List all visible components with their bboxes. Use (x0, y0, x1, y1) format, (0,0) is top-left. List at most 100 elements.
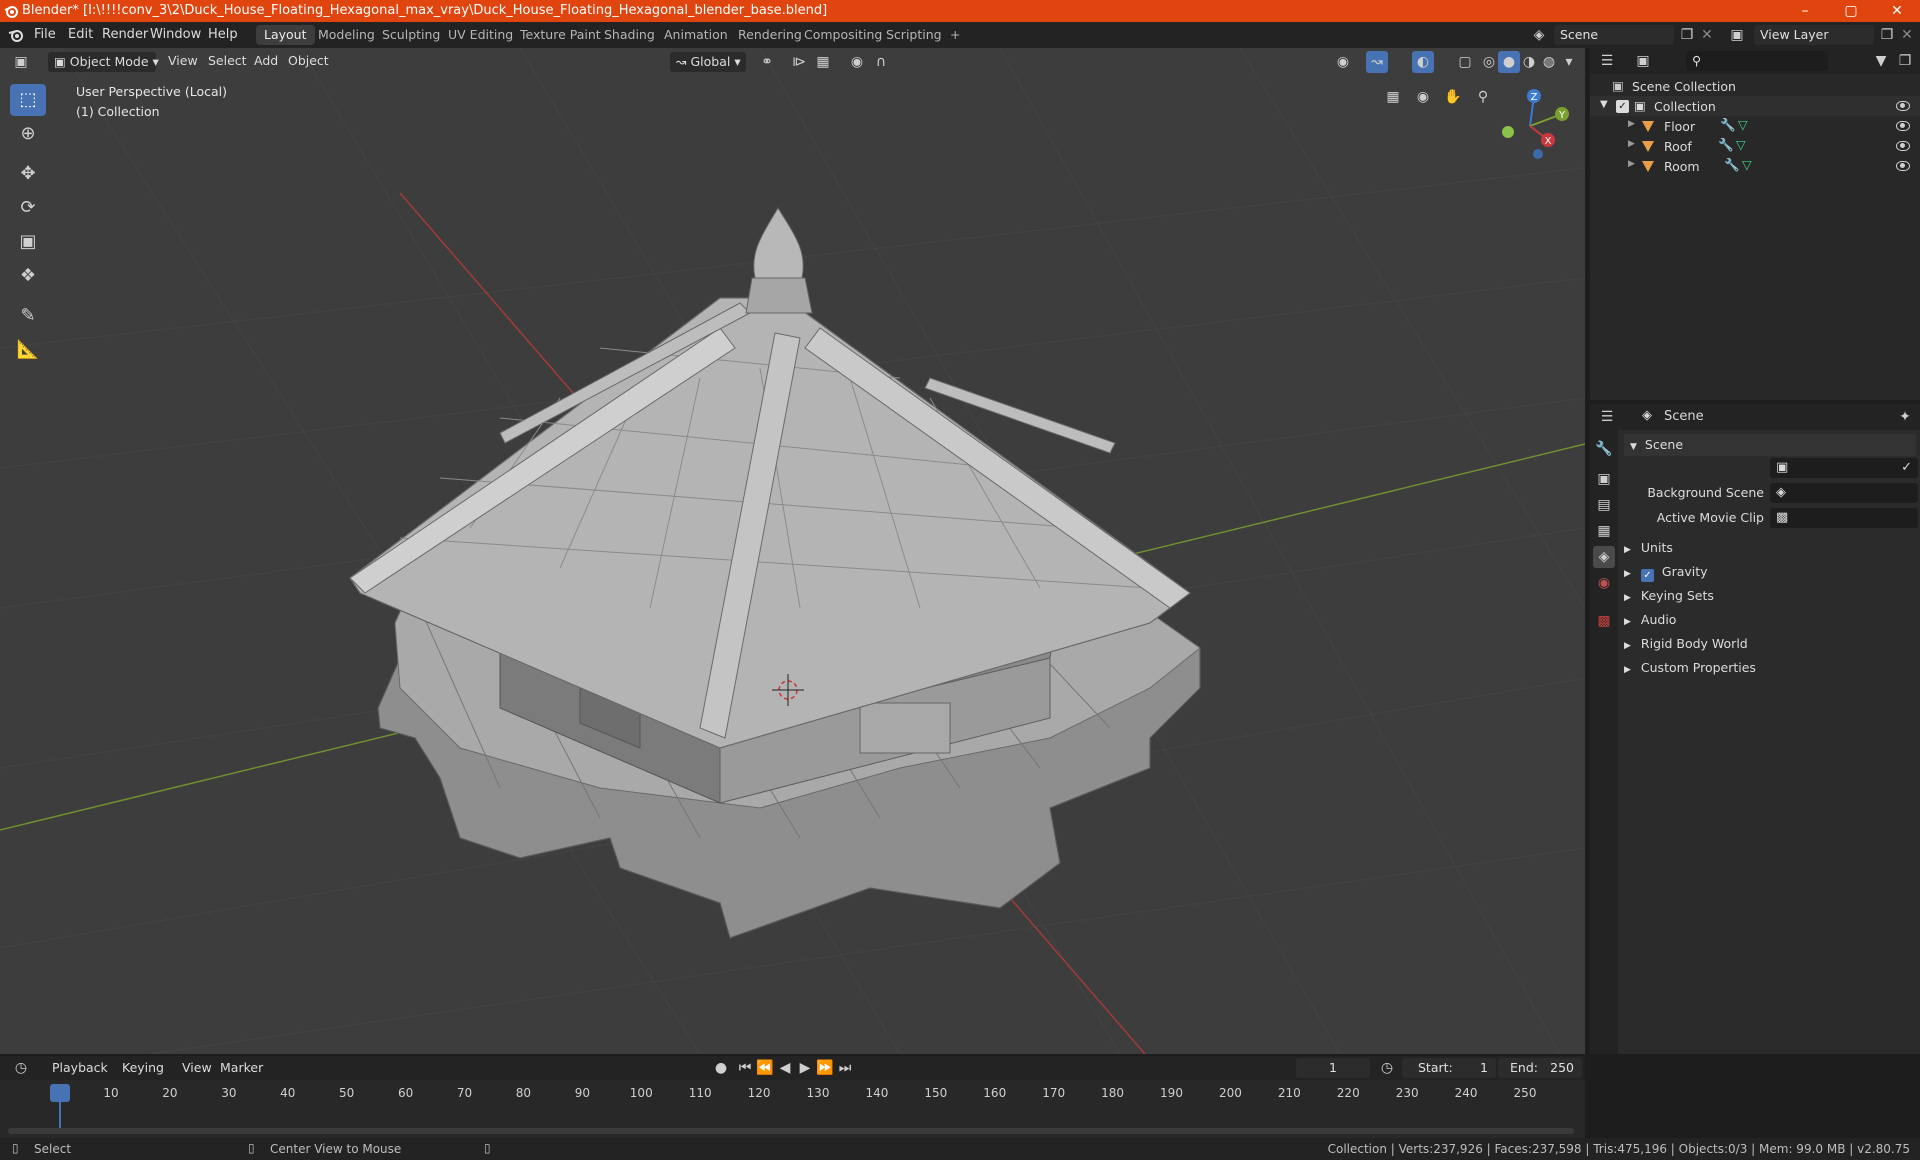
viewport-menu-object[interactable]: Object (288, 53, 329, 68)
world-tab-icon[interactable]: ◉ (1593, 572, 1615, 594)
proportional-edit-icon[interactable]: ◉ (846, 51, 868, 73)
maximize-button[interactable]: ▢ (1828, 0, 1874, 22)
menu-window[interactable]: Window (150, 27, 201, 42)
eye-icon[interactable] (1896, 101, 1910, 111)
rotate-tool-icon[interactable]: ⟳ (10, 192, 46, 224)
eye-icon[interactable] (1896, 141, 1910, 151)
filter-icon[interactable]: ▼ (1870, 50, 1892, 72)
outliner-editor-type-icon[interactable]: ☰ (1596, 50, 1618, 72)
gravity-checkbox[interactable]: ✓ (1640, 569, 1654, 582)
output-tab-icon[interactable]: ▤ (1593, 494, 1615, 516)
timeline-scrollbar[interactable] (8, 1128, 1574, 1134)
menu-help[interactable]: Help (208, 27, 238, 42)
menu-file[interactable]: File (34, 27, 56, 42)
eye-icon[interactable] (1896, 161, 1910, 171)
keying-sets-panel-header[interactable]: ▶ Keying Sets (1624, 588, 1714, 603)
viewport-menu-add[interactable]: Add (254, 53, 278, 68)
expand-arrow-icon[interactable]: ▶ (1628, 139, 1635, 149)
shading-options-icon[interactable]: ▾ (1558, 51, 1580, 73)
view-layer-field[interactable]: View Layer (1754, 25, 1874, 45)
falloff-icon[interactable]: ∩ (870, 51, 892, 73)
pivot-point-icon[interactable]: ⚭ (756, 51, 778, 73)
outliner-row-roof[interactable]: ▶ Roof 🔧 ▽ (1590, 136, 1920, 156)
blender-menu-icon[interactable] (8, 28, 24, 42)
tab-texture-paint[interactable]: Texture Paint (512, 25, 609, 45)
tab-modeling[interactable]: Modeling (310, 25, 383, 45)
move-tool-icon[interactable]: ✥ (10, 158, 46, 190)
snap-icon[interactable]: ⧐ (788, 51, 810, 73)
pin-icon[interactable]: ✦ (1894, 406, 1916, 428)
transform-orientation-dropdown[interactable]: ↝ Global ▾ (670, 52, 746, 72)
audio-panel-header[interactable]: ▶ Audio (1624, 612, 1676, 627)
overlay-toggle-icon[interactable]: ◐ (1412, 51, 1434, 73)
background-scene-field[interactable]: ◈ (1770, 483, 1918, 503)
tab-scripting[interactable]: Scripting (878, 25, 950, 45)
wireframe-shading-icon[interactable]: ◎ (1478, 51, 1500, 73)
expand-arrow-icon[interactable]: ▶ (1628, 159, 1635, 169)
new-view-layer-icon[interactable]: ❐ (1876, 24, 1898, 46)
collection-checkbox[interactable]: ✓ (1616, 100, 1629, 113)
custom-properties-panel-header[interactable]: ▶ Custom Properties (1624, 660, 1756, 675)
properties-editor-type-icon[interactable]: ☰ (1596, 406, 1618, 428)
xray-icon[interactable]: ▢ (1454, 51, 1476, 73)
mode-dropdown[interactable]: ▣ Object Mode ▾ (48, 52, 159, 72)
view-layer-browse-icon[interactable]: ▣ (1726, 24, 1748, 46)
tab-animation[interactable]: Animation (656, 25, 736, 45)
close-button[interactable]: ✕ (1874, 0, 1920, 22)
view-layer-tab-icon[interactable]: ▦ (1593, 520, 1615, 542)
measure-tool-icon[interactable]: 📐 (10, 334, 46, 366)
display-mode-icon[interactable]: ▣ (1632, 50, 1654, 72)
new-scene-icon[interactable]: ❐ (1676, 24, 1698, 46)
camera-view-icon[interactable]: ◉ (1412, 86, 1434, 108)
render-tab-icon[interactable]: ▣ (1593, 468, 1615, 490)
outliner-row-room[interactable]: ▶ Room 🔧 ▽ (1590, 156, 1920, 176)
minimize-button[interactable]: – (1782, 0, 1828, 22)
expand-arrow-icon[interactable]: ▼ (1600, 99, 1608, 110)
tool-tab-icon[interactable]: 🔧 (1593, 438, 1615, 460)
timeline[interactable]: ◷ Playback Keying View Marker ● ⏮ ⏪ ◀ ▶ … (0, 1056, 1585, 1138)
scene-field[interactable]: Scene (1554, 25, 1674, 45)
expand-arrow-icon[interactable]: ▶ (1628, 119, 1635, 129)
scene-browse-icon[interactable]: ◈ (1528, 24, 1550, 46)
menu-edit[interactable]: Edit (68, 27, 93, 42)
selectability-icon[interactable]: ◉ (1332, 51, 1354, 73)
camera-field[interactable]: ▣ ✓ (1770, 458, 1918, 478)
select-box-tool-icon[interactable]: ⬚ (10, 84, 46, 116)
tab-compositing[interactable]: Compositing (796, 25, 890, 45)
delete-scene-icon[interactable]: ✕ (1696, 24, 1718, 46)
gravity-panel-header[interactable]: ▶ ✓ Gravity (1624, 564, 1708, 582)
outliner-row-floor[interactable]: ▶ Floor 🔧 ▽ (1590, 116, 1920, 136)
timeline-ruler[interactable]: 1102030405060708090100110120130140150160… (0, 1056, 1585, 1138)
texture-tab-icon[interactable]: ▩ (1593, 610, 1615, 632)
tab-shading[interactable]: Shading (596, 25, 663, 45)
units-panel-header[interactable]: ▶ Units (1624, 540, 1673, 555)
rigid-body-world-panel-header[interactable]: ▶ Rigid Body World (1624, 636, 1748, 651)
material-shading-icon[interactable]: ◑ (1518, 51, 1540, 73)
scale-tool-icon[interactable]: ▣ (10, 226, 46, 258)
rendered-shading-icon[interactable]: ◍ (1538, 51, 1560, 73)
eye-icon[interactable] (1896, 121, 1910, 131)
snap-target-icon[interactable]: ▦ (812, 51, 834, 73)
menu-render[interactable]: Render (102, 27, 148, 42)
delete-view-layer-icon[interactable]: ✕ (1896, 24, 1918, 46)
3d-viewport[interactable]: ▣ ▣ Object Mode ▾ View Select Add Object… (0, 48, 1585, 1054)
tab-layout[interactable]: Layout (256, 25, 315, 45)
playhead-marker[interactable] (50, 1084, 70, 1102)
tab-sculpting[interactable]: Sculpting (374, 25, 448, 45)
scene-panel-header[interactable]: ▼ Scene (1624, 434, 1916, 456)
annotate-tool-icon[interactable]: ✎ (10, 300, 46, 332)
toggle-perspective-icon[interactable]: ▦ (1382, 86, 1404, 108)
outliner-search-input[interactable]: ⚲ (1686, 51, 1828, 71)
gizmo-toggle-icon[interactable]: ↝ (1366, 51, 1388, 73)
new-collection-icon[interactable]: ❐ (1894, 50, 1916, 72)
viewport-menu-select[interactable]: Select (208, 53, 247, 68)
eyedropper-icon[interactable]: ✓ (1901, 460, 1912, 475)
scene-tab-icon[interactable]: ◈ (1593, 546, 1615, 568)
outliner-row-scene-collection[interactable]: ▣ Scene Collection (1590, 76, 1920, 96)
transform-tool-icon[interactable]: ❖ (10, 260, 46, 292)
solid-shading-icon[interactable]: ● (1498, 51, 1520, 73)
outliner-row-collection[interactable]: ▼ ✓ ▣ Collection (1590, 96, 1920, 116)
tab-uv-editing[interactable]: UV Editing (440, 25, 521, 45)
pan-view-icon[interactable]: ✋ (1442, 86, 1464, 108)
cursor-tool-icon[interactable]: ⊕ (10, 118, 46, 150)
